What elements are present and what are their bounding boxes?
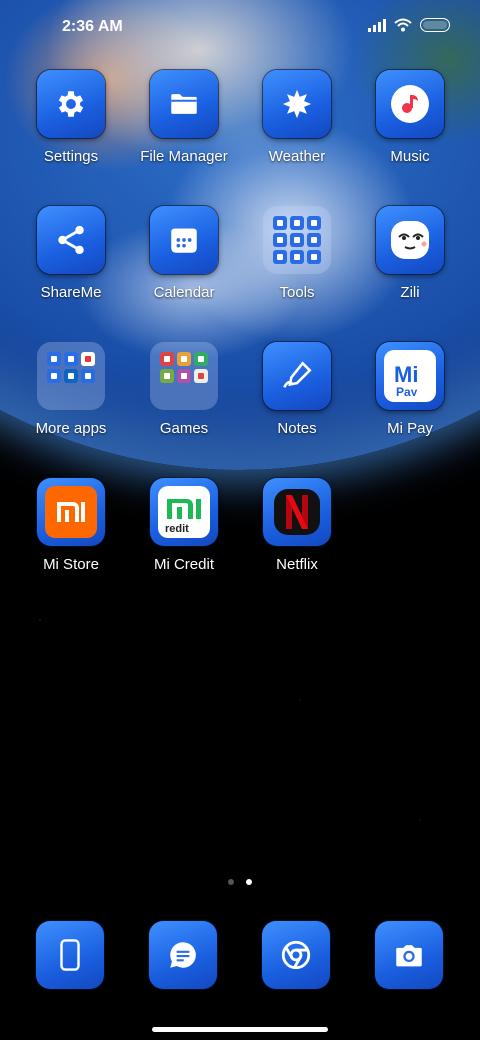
gear-icon: [37, 70, 105, 138]
app-notes[interactable]: Notes: [241, 342, 353, 437]
mi-pay-icon: Mi Pay: [376, 342, 444, 410]
folder-icon: [150, 70, 218, 138]
signal-icon: [368, 18, 386, 32]
app-label: Notes: [277, 420, 317, 437]
svg-text:Mi: Mi: [394, 362, 418, 387]
chrome-icon: [281, 940, 311, 970]
folder-grid-icon: [37, 342, 105, 410]
status-time: 2:36 AM: [62, 18, 123, 35]
app-netflix[interactable]: Netflix: [241, 478, 353, 573]
dock-phone[interactable]: [36, 921, 104, 989]
app-weather[interactable]: Weather: [241, 70, 353, 165]
dock-messages[interactable]: [149, 921, 217, 989]
app-mi-credit[interactable]: redit Mi Credit: [128, 478, 240, 573]
dock-camera[interactable]: [375, 921, 443, 989]
wifi-icon: [394, 18, 412, 32]
phone-icon: [60, 939, 80, 971]
folder-more-apps[interactable]: More apps: [15, 342, 127, 437]
app-label: Zili: [400, 284, 420, 301]
app-label: Settings: [43, 148, 99, 165]
app-file-manager[interactable]: File Manager: [128, 70, 240, 165]
home-indicator[interactable]: [152, 1027, 328, 1032]
calendar-icon: [150, 206, 218, 274]
app-zili[interactable]: Zili: [354, 206, 466, 301]
folder-grid-icon: [263, 206, 331, 274]
svg-text:redit: redit: [165, 523, 189, 533]
folder-grid-icon: [150, 342, 218, 410]
mi-credit-icon: redit: [150, 478, 218, 546]
netflix-icon: [263, 478, 331, 546]
camera-icon: [396, 945, 422, 967]
notes-pen-icon: [263, 342, 331, 410]
zili-face-icon: [376, 206, 444, 274]
mi-logo-icon: [37, 478, 105, 546]
app-shareme[interactable]: ShareMe: [15, 206, 127, 301]
app-label: Mi Pay: [387, 420, 433, 437]
folder-games[interactable]: Games: [128, 342, 240, 437]
status-icons: [368, 18, 450, 32]
music-icon: [376, 70, 444, 138]
app-mi-pay[interactable]: Mi Pay Mi Pay: [354, 342, 466, 437]
app-label: Tools: [279, 284, 315, 301]
app-label: Weather: [268, 148, 326, 165]
app-label: Games: [159, 420, 209, 437]
app-label: Calendar: [153, 284, 215, 301]
app-mi-store[interactable]: Mi Store: [15, 478, 127, 573]
weather-icon: [263, 70, 331, 138]
app-label: Music: [390, 148, 430, 165]
page-dot[interactable]: [228, 879, 234, 885]
app-settings[interactable]: Settings: [15, 70, 127, 165]
folder-tools[interactable]: Tools: [241, 206, 353, 301]
app-label: Mi Credit: [153, 556, 214, 573]
svg-text:Pay: Pay: [396, 385, 418, 396]
app-label: ShareMe: [40, 284, 102, 301]
message-icon: [170, 942, 196, 968]
app-music[interactable]: Music: [354, 70, 466, 165]
dock-browser[interactable]: [262, 921, 330, 989]
app-label: More apps: [35, 420, 107, 437]
battery-icon: [420, 18, 450, 32]
page-indicator: [228, 879, 252, 885]
share-icon: [37, 206, 105, 274]
app-label: File Manager: [140, 148, 228, 165]
app-label: Netflix: [276, 556, 318, 573]
status-bar: 2:36 AM: [0, 0, 480, 56]
app-calendar[interactable]: Calendar: [128, 206, 240, 301]
app-label: Mi Store: [43, 556, 99, 573]
page-dot-active[interactable]: [246, 879, 252, 885]
